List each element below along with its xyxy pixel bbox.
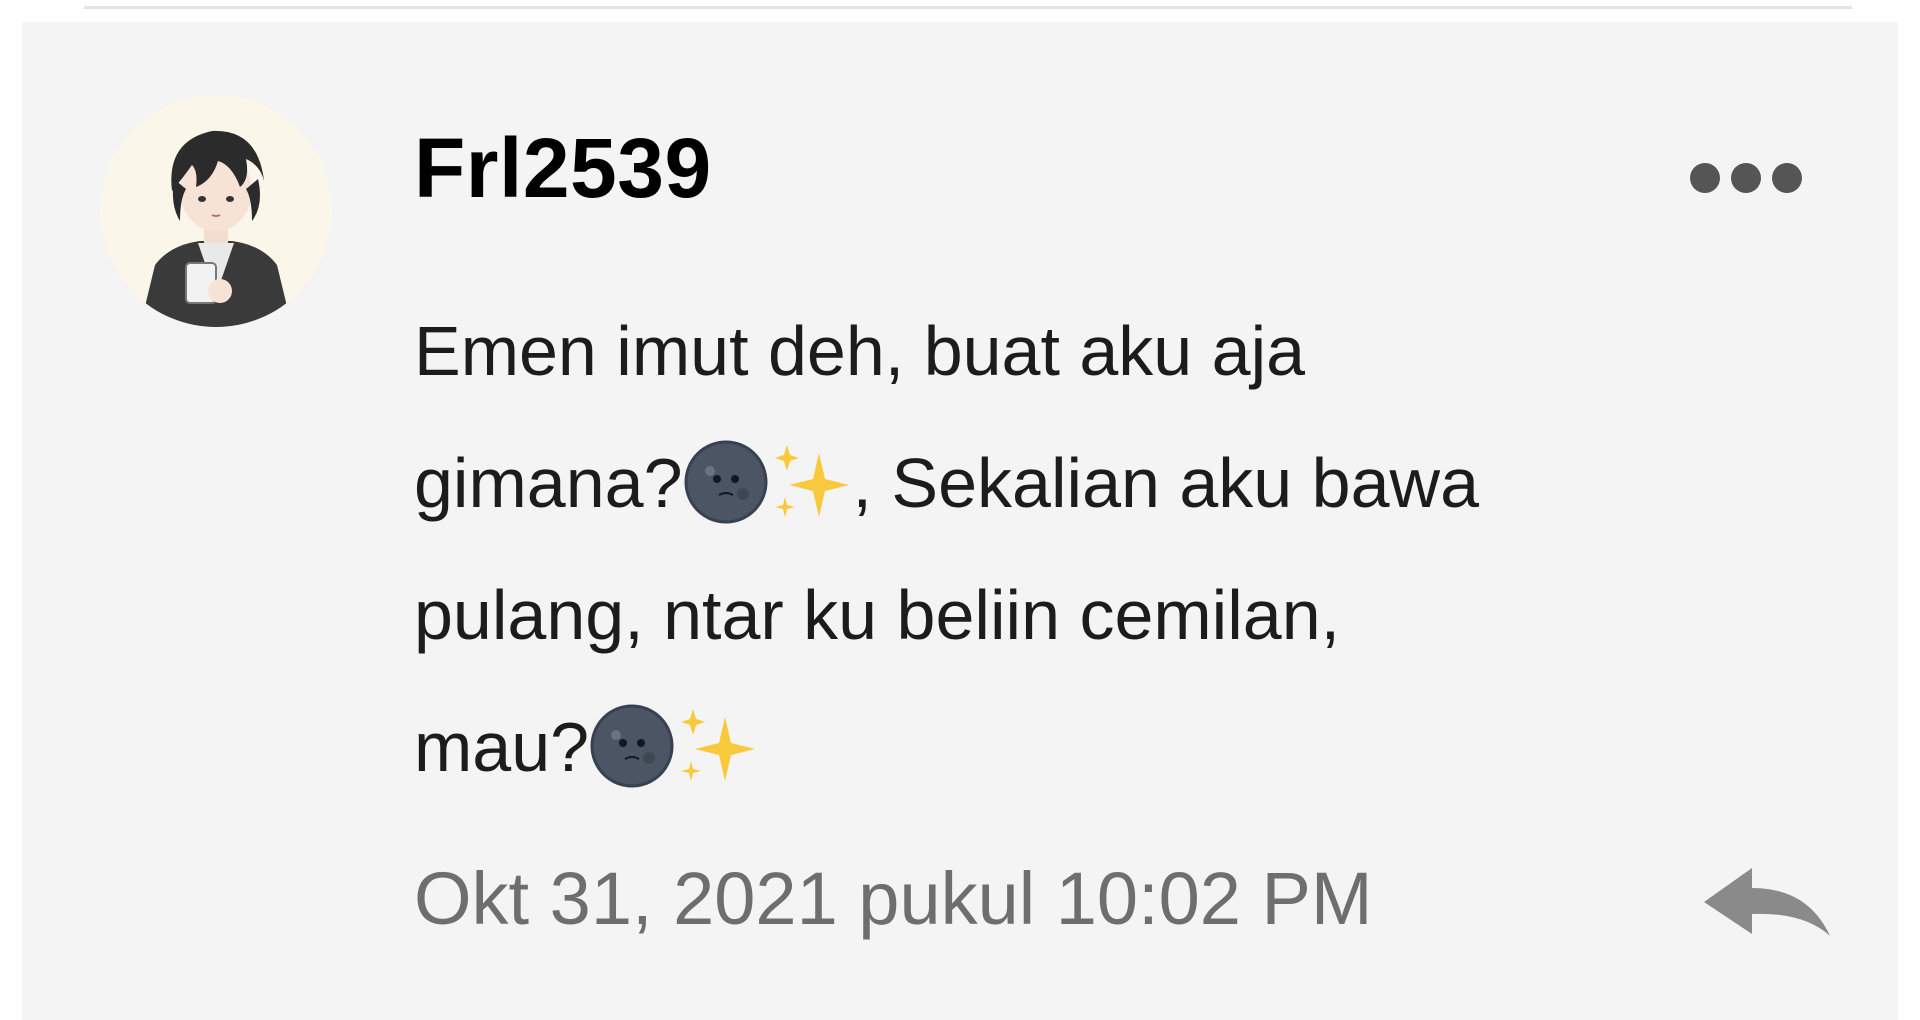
comment-text: Emen imut deh, buat aku aja gimana? , Sek… — [414, 285, 1754, 813]
comment-text-segment: gimana? — [414, 444, 683, 522]
comment-line: gimana? , Sekalian aku bawa — [414, 417, 1754, 549]
new-moon-face-icon — [589, 699, 675, 831]
comment-line: Emen imut deh, buat aku aja — [414, 285, 1754, 417]
new-moon-face-icon — [683, 435, 769, 567]
more-options-button[interactable] — [1690, 148, 1840, 208]
comment-text-segment: Emen imut deh, buat aku aja — [414, 312, 1306, 390]
avatar-illustration-icon — [100, 95, 332, 327]
reply-button[interactable] — [1700, 862, 1836, 942]
comment-text-segment: pulang, ntar ku beliin cemilan, — [414, 576, 1341, 654]
more-options-icon — [1731, 163, 1761, 193]
comment-text-segment: , Sekalian aku bawa — [852, 444, 1480, 522]
username[interactable]: Frl2539 — [414, 126, 712, 210]
page: Frl2539 Emen imut deh, buat aku aja gima… — [0, 0, 1920, 1020]
more-options-icon — [1690, 163, 1720, 193]
comment-line: pulang, ntar ku beliin cemilan, — [414, 549, 1754, 681]
comment-text-segment: mau? — [414, 708, 590, 786]
more-options-icon — [1772, 163, 1802, 193]
user-avatar[interactable] — [100, 95, 332, 327]
reply-arrow-icon — [1704, 868, 1830, 936]
sparkles-icon — [769, 435, 853, 567]
sparkles-icon — [675, 699, 759, 831]
top-divider — [84, 6, 1852, 9]
comment-line: mau? — [414, 681, 1754, 813]
comment-timestamp: Okt 31, 2021 pukul 10:02 PM — [414, 857, 1373, 940]
